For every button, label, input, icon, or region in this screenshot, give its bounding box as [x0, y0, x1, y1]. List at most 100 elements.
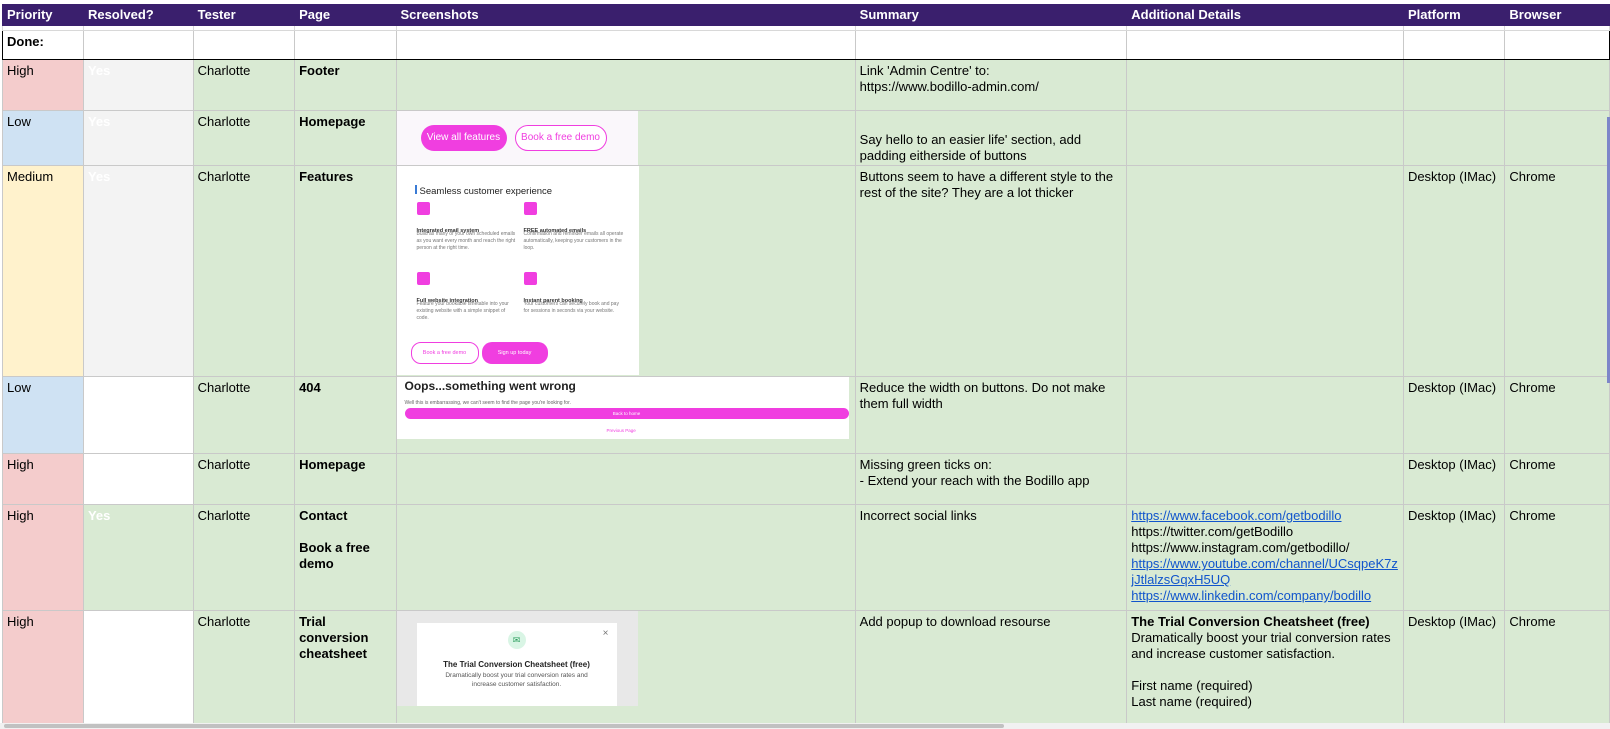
resolved-cell[interactable]: Yes	[82, 110, 194, 166]
screenshot-thumbnail[interactable]: Seamless customer experience Integrated …	[397, 166, 639, 375]
browser-cell[interactable]: Chrome	[1504, 610, 1610, 729]
summary-cell[interactable]: Incorrect social links	[854, 504, 1128, 611]
scrollbar-thumb[interactable]	[4, 724, 1004, 728]
table-row: Low Charlotte 404 Oops...something went …	[2, 376, 1610, 454]
priority-cell[interactable]: Medium	[2, 165, 84, 377]
tester-cell[interactable]: Charlotte	[192, 610, 296, 729]
page-cell[interactable]: Contact Book a free demo	[294, 504, 397, 611]
youtube-link[interactable]: https://www.youtube.com/channel/UCsqpeK7…	[1131, 556, 1399, 588]
platform-cell[interactable]	[1402, 110, 1506, 166]
tester-cell[interactable]: Charlotte	[192, 453, 296, 505]
page-cell[interactable]: Homepage	[294, 453, 397, 505]
summary-cell[interactable]: Buttons seem to have a different style t…	[854, 165, 1128, 377]
header-platform[interactable]: Platform	[1402, 4, 1506, 26]
screenshot-cell[interactable]: Seamless customer experience Integrated …	[395, 165, 856, 377]
summary-cell[interactable]: Say hello to an easier life' section, ad…	[854, 110, 1128, 166]
priority-cell[interactable]: Low	[2, 376, 84, 454]
priority-cell[interactable]: Low	[2, 110, 84, 166]
summary-cell[interactable]: Reduce the width on buttons. Do not make…	[854, 376, 1128, 454]
tester-cell[interactable]: Charlotte	[192, 504, 296, 611]
cell[interactable]	[854, 30, 1128, 60]
summary-cell[interactable]: Missing green ticks on: - Extend your re…	[854, 453, 1128, 505]
browser-cell[interactable]: Chrome	[1504, 453, 1610, 505]
cell[interactable]	[192, 30, 296, 60]
platform-cell[interactable]: Desktop (IMac)	[1402, 453, 1506, 505]
twitter-url: https://twitter.com/getBodillo	[1131, 524, 1294, 539]
browser-cell[interactable]	[1504, 110, 1610, 166]
resolved-cell[interactable]	[82, 376, 194, 454]
header-page[interactable]: Page	[294, 4, 397, 26]
done-label[interactable]: Done:	[2, 30, 84, 60]
platform-cell[interactable]: Desktop (IMac)	[1402, 165, 1506, 377]
cell[interactable]	[1504, 30, 1610, 60]
cell[interactable]	[82, 30, 194, 60]
header-tester[interactable]: Tester	[192, 4, 296, 26]
screenshot-cell[interactable]	[395, 453, 856, 505]
page-name: Contact	[299, 508, 348, 523]
resolved-cell[interactable]	[82, 610, 194, 729]
page-cell[interactable]: Trial conversion cheatsheet	[294, 610, 397, 729]
platform-cell[interactable]: Desktop (IMac)	[1402, 376, 1506, 454]
screenshot-cell[interactable]: View all features Book a free demo	[395, 110, 856, 166]
resolved-cell[interactable]: Yes	[82, 504, 194, 611]
priority-cell[interactable]: High	[2, 504, 84, 611]
browser-cell[interactable]	[1504, 59, 1610, 111]
details-cell[interactable]	[1126, 165, 1404, 377]
screenshot-thumbnail[interactable]: View all features Book a free demo	[397, 111, 638, 165]
tester-cell[interactable]: Charlotte	[192, 165, 296, 377]
page-cell[interactable]: 404	[294, 376, 397, 454]
platform-cell[interactable]: Desktop (IMac)	[1402, 504, 1506, 611]
cell[interactable]	[395, 30, 856, 60]
thumb-book-demo-button: Book a free demo	[410, 342, 479, 364]
screenshot-cell[interactable]	[395, 504, 856, 611]
priority-cell[interactable]: High	[2, 453, 84, 505]
details-cell[interactable]	[1126, 376, 1404, 454]
header-browser[interactable]: Browser	[1504, 4, 1610, 26]
header-resolved[interactable]: Resolved?	[82, 4, 194, 26]
priority-cell[interactable]: High	[2, 59, 84, 111]
platform-cell[interactable]: Desktop (IMac)	[1402, 610, 1506, 729]
details-cell[interactable]	[1126, 59, 1404, 111]
cell[interactable]	[1402, 30, 1506, 60]
page-cell[interactable]: Homepage	[294, 110, 397, 166]
close-icon: ×	[602, 628, 609, 639]
summary-cell[interactable]: Add popup to download resourse	[854, 610, 1128, 729]
browser-cell[interactable]: Chrome	[1504, 376, 1610, 454]
cell[interactable]	[294, 30, 397, 60]
thumb-feature-text: Feature your bookable timetable into you…	[416, 301, 509, 321]
header-summary[interactable]: Summary	[854, 4, 1128, 26]
screenshot-thumbnail[interactable]: Oops...something went wrong Well this is…	[397, 377, 849, 439]
resolved-cell[interactable]	[82, 453, 194, 505]
thumb-feature-text: Your customers can securely book and pay…	[523, 301, 619, 314]
summary-cell[interactable]: Link 'Admin Centre' to: https://www.bodi…	[854, 59, 1128, 111]
thumb-popup-card: × ✉ The Trial Conversion Cheatsheet (fre…	[416, 623, 617, 706]
header-priority[interactable]: Priority	[2, 4, 84, 26]
screenshot-cell[interactable]	[395, 59, 856, 111]
screenshot-cell[interactable]: Oops...something went wrong Well this is…	[395, 376, 856, 454]
header-screenshots[interactable]: Screenshots	[395, 4, 856, 26]
tester-cell[interactable]: Charlotte	[192, 376, 296, 454]
tester-cell[interactable]: Charlotte	[192, 59, 296, 111]
header-additional-details[interactable]: Additional Details	[1126, 4, 1404, 26]
platform-cell[interactable]	[1402, 59, 1506, 111]
thumb-feature-text: Confirmation and reminder emails all ope…	[523, 231, 624, 251]
resolved-cell[interactable]: Yes	[82, 59, 194, 111]
details-cell[interactable]	[1126, 453, 1404, 505]
page-cell[interactable]: Footer	[294, 59, 397, 111]
linkedin-link[interactable]: https://www.linkedin.com/company/bodillo	[1131, 588, 1399, 604]
browser-cell[interactable]: Chrome	[1504, 504, 1610, 611]
screenshot-cell[interactable]: × ✉ The Trial Conversion Cheatsheet (fre…	[395, 610, 856, 729]
details-cell[interactable]: The Trial Conversion Cheatsheet (free) D…	[1126, 610, 1404, 729]
spreadsheet: Priority Resolved? Tester Page Screensho…	[0, 0, 1610, 729]
details-cell[interactable]	[1126, 110, 1404, 166]
tester-cell[interactable]: Charlotte	[192, 110, 296, 166]
resolved-cell[interactable]: Yes	[82, 165, 194, 377]
page-cell[interactable]: Features	[294, 165, 397, 377]
details-cell[interactable]: https://www.facebook.com/getbodillo http…	[1126, 504, 1404, 611]
cell[interactable]	[1126, 30, 1404, 60]
thumb-view-features-button: View all features	[420, 125, 507, 151]
screenshot-thumbnail[interactable]: × ✉ The Trial Conversion Cheatsheet (fre…	[397, 611, 638, 706]
priority-cell[interactable]: High	[2, 610, 84, 729]
facebook-link[interactable]: https://www.facebook.com/getbodillo	[1131, 508, 1399, 524]
browser-cell[interactable]: Chrome	[1504, 165, 1610, 377]
